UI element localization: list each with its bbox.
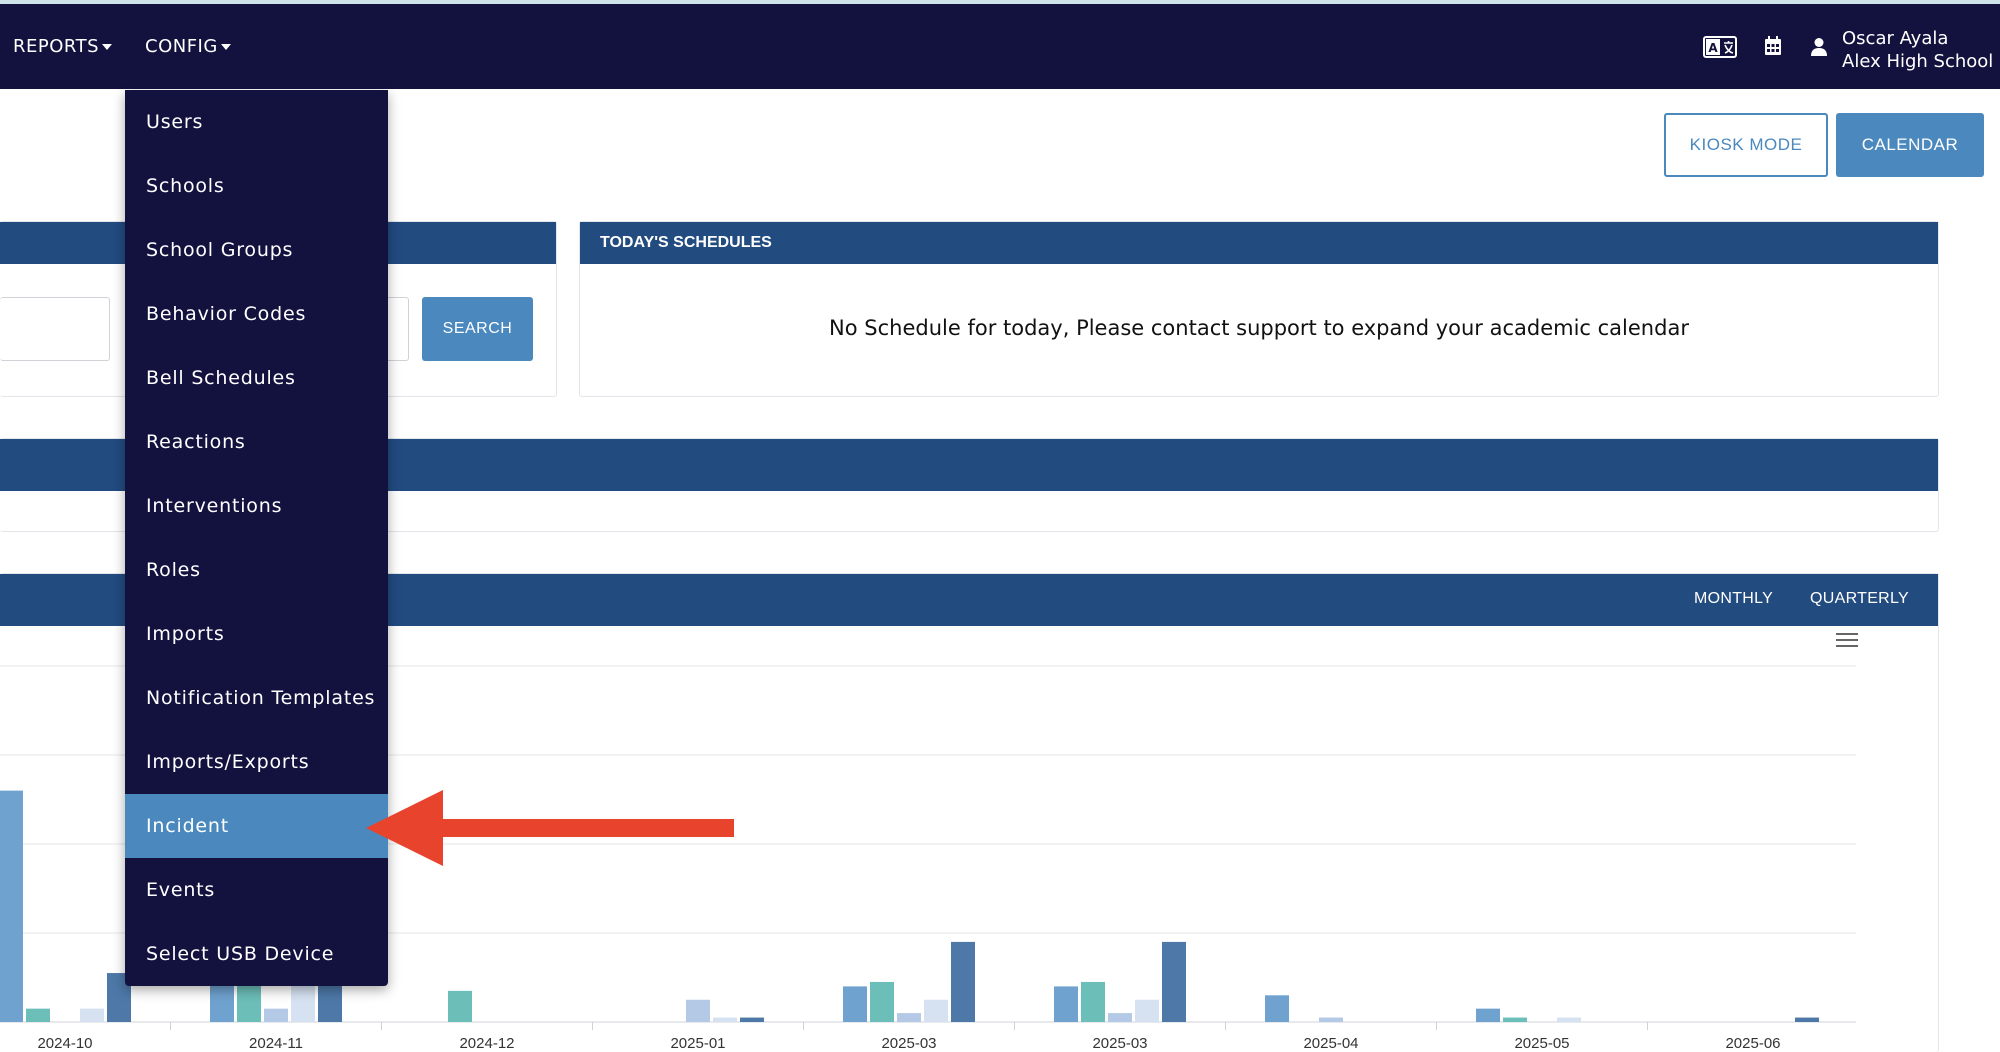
- schedules-panel: TODAY'S SCHEDULES: [579, 221, 1939, 397]
- chart-bar: [1162, 941, 1186, 1022]
- chart-bar: [870, 981, 894, 1022]
- tab-monthly[interactable]: MONTHLY: [1694, 590, 1773, 608]
- user-school[interactable]: Alex High School: [1842, 51, 1993, 72]
- menu-item-interventions[interactable]: Interventions: [125, 474, 388, 538]
- svg-text:A: A: [1708, 41, 1718, 55]
- x-tick-label: 2024-11: [249, 1035, 303, 1052]
- schedule-message: No Schedule for today, Please contact su…: [829, 316, 1689, 340]
- chart-bar: [0, 790, 23, 1022]
- chart-bar: [843, 986, 867, 1022]
- x-tick-label: 2025-04: [1303, 1035, 1358, 1052]
- menu-item-roles[interactable]: Roles: [125, 538, 388, 602]
- chart-bar: [1081, 981, 1105, 1022]
- search-button[interactable]: SEARCH: [422, 297, 533, 361]
- menu-item-school-groups[interactable]: School Groups: [125, 218, 388, 282]
- chart-bar: [924, 999, 948, 1022]
- calendar-button[interactable]: CALENDAR: [1836, 113, 1984, 177]
- annotation-arrow-icon: [366, 790, 734, 866]
- search-filter-input[interactable]: [385, 297, 409, 361]
- caret-down-icon: [220, 44, 231, 50]
- nav-reports[interactable]: REPORTS: [13, 36, 113, 57]
- menu-item-imports-exports[interactable]: Imports/Exports: [125, 730, 388, 794]
- chart-bar: [740, 1017, 764, 1022]
- menu-item-behavior-codes[interactable]: Behavior Codes: [125, 282, 388, 346]
- menu-item-select-usb-device[interactable]: Select USB Device: [125, 922, 388, 986]
- chart-bar: [1265, 995, 1289, 1022]
- kiosk-mode-button[interactable]: KIOSK MODE: [1664, 113, 1828, 177]
- chart-bar: [1795, 1017, 1819, 1022]
- chart-bar: [897, 1013, 921, 1022]
- chart-bar: [26, 1008, 50, 1022]
- menu-item-reactions[interactable]: Reactions: [125, 410, 388, 474]
- tab-quarterly[interactable]: QUARTERLY: [1810, 590, 1909, 608]
- chart-bar: [951, 941, 975, 1022]
- search-input[interactable]: [0, 297, 110, 361]
- translate-icon[interactable]: A: [1703, 36, 1737, 58]
- menu-item-events[interactable]: Events: [125, 858, 388, 922]
- caret-down-icon: [102, 44, 113, 50]
- config-dropdown-menu: Users Schools School Groups Behavior Cod…: [125, 90, 388, 986]
- x-tick-label: 2024-10: [37, 1035, 92, 1052]
- menu-item-notification-templates[interactable]: Notification Templates: [125, 666, 388, 730]
- menu-item-bell-schedules[interactable]: Bell Schedules: [125, 346, 388, 410]
- schedules-panel-title: TODAY'S SCHEDULES: [580, 222, 1938, 264]
- calendar-icon[interactable]: [1764, 36, 1782, 56]
- user-name[interactable]: Oscar Ayala: [1842, 28, 1948, 49]
- chart-bar: [448, 990, 472, 1022]
- nav-config-label: CONFIG: [145, 36, 218, 57]
- top-navbar: REPORTS CONFIG A Oscar Ayala Alex High S…: [0, 4, 2000, 89]
- menu-item-incident[interactable]: Incident: [125, 794, 388, 858]
- menu-item-users[interactable]: Users: [125, 90, 388, 154]
- chart-bar: [264, 1008, 288, 1022]
- chart-bar: [1503, 1017, 1527, 1022]
- chart-bar: [1135, 999, 1159, 1022]
- chart-bar: [686, 999, 710, 1022]
- menu-item-schools[interactable]: Schools: [125, 154, 388, 218]
- x-tick-label: 2025-03: [1092, 1035, 1147, 1052]
- chart-bar: [80, 1008, 104, 1022]
- nav-config[interactable]: CONFIG: [145, 36, 231, 57]
- nav-reports-label: REPORTS: [13, 36, 100, 57]
- x-tick-label: 2025-05: [1514, 1035, 1569, 1052]
- x-tick-label: 2025-01: [670, 1035, 725, 1052]
- chart-bar: [713, 1017, 737, 1022]
- user-icon[interactable]: [1810, 37, 1828, 57]
- menu-item-imports[interactable]: Imports: [125, 602, 388, 666]
- x-tick-label: 2025-03: [881, 1035, 936, 1052]
- chart-bar: [1319, 1017, 1343, 1022]
- x-tick-label: 2024-12: [459, 1035, 514, 1052]
- chart-bar: [1476, 1008, 1500, 1022]
- x-tick-label: 2025-06: [1725, 1035, 1780, 1052]
- chart-bar: [1557, 1017, 1581, 1022]
- chart-bar: [1054, 986, 1078, 1022]
- chart-bar: [1108, 1013, 1132, 1022]
- chart-bar: [318, 981, 342, 1022]
